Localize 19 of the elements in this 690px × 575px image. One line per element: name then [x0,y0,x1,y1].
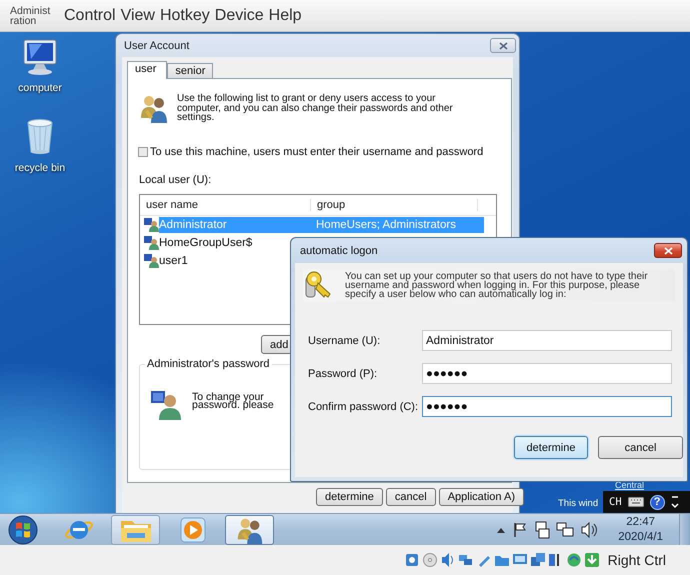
table-cell-text: Administrator [159,219,228,231]
field-label: Password (P): [308,368,378,380]
list-label: Local user (U): [139,174,212,186]
window-title: automatic logon [300,244,378,256]
clock-date: 2020/4/1 [618,530,663,544]
table-cell-text: user1 [159,255,189,267]
info-text: You can set up your computer so that users do not have to type their username and password when logging in. For this purpose, please specify a user below who can automatically log in: [345,272,649,301]
field-label: Username (U): [308,334,382,346]
machine-label: Administration [10,6,52,26]
field-label: Confirm password (C): [308,400,420,412]
notice-text: This wind [558,498,598,509]
notice-title: Central [615,480,644,490]
checkbox-label: To use this machine, users must enter their username and password [150,146,484,158]
window-title: User Account [124,40,190,52]
clock-time: 22:47 [626,514,655,530]
group-title: Administrator's password [145,358,272,370]
intro-text: Use the following list to grant or deny users access to your computer, and you can also change their passwords and other settings. [177,94,454,124]
host-key-label: Right Ctrl [608,552,666,568]
table-cell: HomeUsers; Administrators [316,219,456,231]
